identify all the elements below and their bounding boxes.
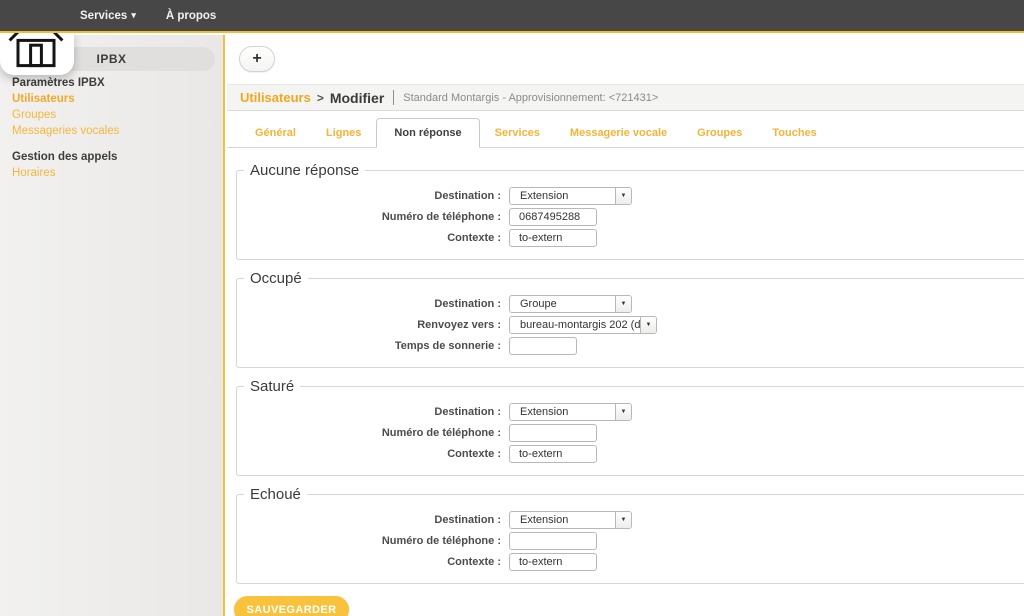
- section-echoue: Echoué Destination : Extension ▼ Numéro …: [236, 486, 1024, 584]
- forward-to-select[interactable]: bureau-montargis 202 (default) ▼: [509, 316, 657, 334]
- field-row: Renvoyez vers : bureau-montargis 202 (de…: [237, 316, 1024, 334]
- context-input[interactable]: [509, 553, 597, 571]
- field-row: Numéro de téléphone :: [237, 208, 1024, 226]
- ring-time-label: Temps de sonnerie :: [237, 340, 509, 352]
- destination-select[interactable]: Extension ▼: [509, 511, 632, 529]
- field-row: Contexte :: [237, 445, 1024, 463]
- select-value: Extension: [510, 404, 615, 420]
- field-row: Temps de sonnerie :: [237, 337, 1024, 355]
- destination-label: Destination :: [237, 514, 509, 526]
- menu-services[interactable]: Services ▾: [80, 10, 136, 22]
- main-content: + Utilisateurs > Modifier Standard Monta…: [227, 35, 1024, 616]
- section-aucune-reponse: Aucune réponse Destination : Extension ▼…: [236, 162, 1024, 260]
- chevron-down-icon: ▼: [640, 317, 656, 333]
- ring-time-input[interactable]: [509, 337, 577, 355]
- section-legend: Aucune réponse: [244, 162, 365, 179]
- section-occupe: Occupé Destination : Groupe ▼ Renvoyez v…: [236, 270, 1024, 368]
- tab-services[interactable]: Services: [480, 119, 555, 147]
- chevron-down-icon: ▾: [131, 10, 136, 21]
- destination-select[interactable]: Extension ▼: [509, 403, 632, 421]
- menu-services-label: Services: [80, 10, 127, 22]
- destination-select[interactable]: Extension ▼: [509, 187, 632, 205]
- field-row: Destination : Groupe ▼: [237, 295, 1024, 313]
- select-value: bureau-montargis 202 (default): [510, 317, 640, 333]
- phone-number-label: Numéro de téléphone :: [237, 427, 509, 439]
- tab-general[interactable]: Général: [240, 119, 311, 147]
- select-value: Extension: [510, 512, 615, 528]
- breadcrumb-action: Modifier: [330, 90, 384, 106]
- phone-number-label: Numéro de téléphone :: [237, 211, 509, 223]
- tab-lignes[interactable]: Lignes: [311, 119, 376, 147]
- tab-non-reponse[interactable]: Non réponse: [376, 118, 479, 148]
- save-button[interactable]: SAUVEGARDER: [234, 596, 349, 616]
- breadcrumb: Utilisateurs > Modifier Standard Montarg…: [227, 84, 1024, 111]
- section-sature: Saturé Destination : Extension ▼ Numéro …: [236, 378, 1024, 476]
- context-label: Contexte :: [237, 448, 509, 460]
- chevron-down-icon: ▼: [615, 188, 631, 204]
- chevron-down-icon: ▼: [615, 404, 631, 420]
- phone-number-label: Numéro de téléphone :: [237, 535, 509, 547]
- section-legend: Echoué: [244, 486, 307, 503]
- sidebar-title: IPBX: [96, 52, 126, 66]
- sidebar-item-horaires[interactable]: Horaires: [12, 166, 212, 182]
- nav-header-gestion-appels: Gestion des appels: [12, 151, 212, 163]
- forward-to-label: Renvoyez vers :: [237, 319, 509, 331]
- add-user-button[interactable]: +: [239, 46, 275, 72]
- breadcrumb-separator: >: [317, 91, 324, 105]
- field-row: Numéro de téléphone :: [237, 424, 1024, 442]
- sidebar-item-utilisateurs[interactable]: Utilisateurs: [12, 92, 212, 108]
- sidebar: IPBX Paramètres IPBX Utilisateurs Groupe…: [0, 35, 225, 616]
- context-input[interactable]: [509, 229, 597, 247]
- destination-label: Destination :: [237, 190, 509, 202]
- menu-about[interactable]: À propos: [166, 10, 216, 22]
- context-label: Contexte :: [237, 556, 509, 568]
- field-row: Numéro de téléphone :: [237, 532, 1024, 550]
- destination-label: Destination :: [237, 406, 509, 418]
- tab-touches[interactable]: Touches: [757, 119, 831, 147]
- breadcrumb-section-link[interactable]: Utilisateurs: [240, 90, 311, 105]
- phone-number-input[interactable]: [509, 532, 597, 550]
- field-row: Destination : Extension ▼: [237, 403, 1024, 421]
- section-legend: Occupé: [244, 270, 308, 287]
- sidebar-nav: Paramètres IPBX Utilisateurs Groupes Mes…: [12, 77, 212, 182]
- phone-number-input[interactable]: [509, 208, 597, 226]
- section-legend: Saturé: [244, 378, 300, 395]
- breadcrumb-divider: [393, 90, 394, 105]
- destination-label: Destination :: [237, 298, 509, 310]
- select-value: Groupe: [510, 296, 615, 312]
- app-window: Services ▾ À propos IPBX Paramètres IPBX…: [0, 0, 1024, 616]
- menu-about-label: À propos: [166, 10, 216, 22]
- field-row: Destination : Extension ▼: [237, 511, 1024, 529]
- destination-select[interactable]: Groupe ▼: [509, 295, 632, 313]
- sidebar-item-groupes[interactable]: Groupes: [12, 108, 212, 124]
- field-row: Destination : Extension ▼: [237, 187, 1024, 205]
- field-row: Contexte :: [237, 553, 1024, 571]
- field-row: Contexte :: [237, 229, 1024, 247]
- sidebar-item-messageries-vocales[interactable]: Messageries vocales: [12, 124, 212, 140]
- nav-header-parametres: Paramètres IPBX: [12, 77, 212, 89]
- top-menubar: Services ▾ À propos: [0, 0, 1024, 33]
- context-label: Contexte :: [237, 232, 509, 244]
- plus-icon: +: [252, 51, 261, 67]
- context-input[interactable]: [509, 445, 597, 463]
- chevron-down-icon: ▼: [615, 512, 631, 528]
- breadcrumb-detail: Standard Montargis - Approvisionnement: …: [403, 92, 658, 104]
- phone-number-input[interactable]: [509, 424, 597, 442]
- select-value: Extension: [510, 188, 615, 204]
- chevron-down-icon: ▼: [615, 296, 631, 312]
- tab-messagerie-vocale[interactable]: Messagerie vocale: [555, 119, 682, 147]
- tab-groupes[interactable]: Groupes: [682, 119, 757, 147]
- tab-bar: Général Lignes Non réponse Services Mess…: [227, 118, 1024, 148]
